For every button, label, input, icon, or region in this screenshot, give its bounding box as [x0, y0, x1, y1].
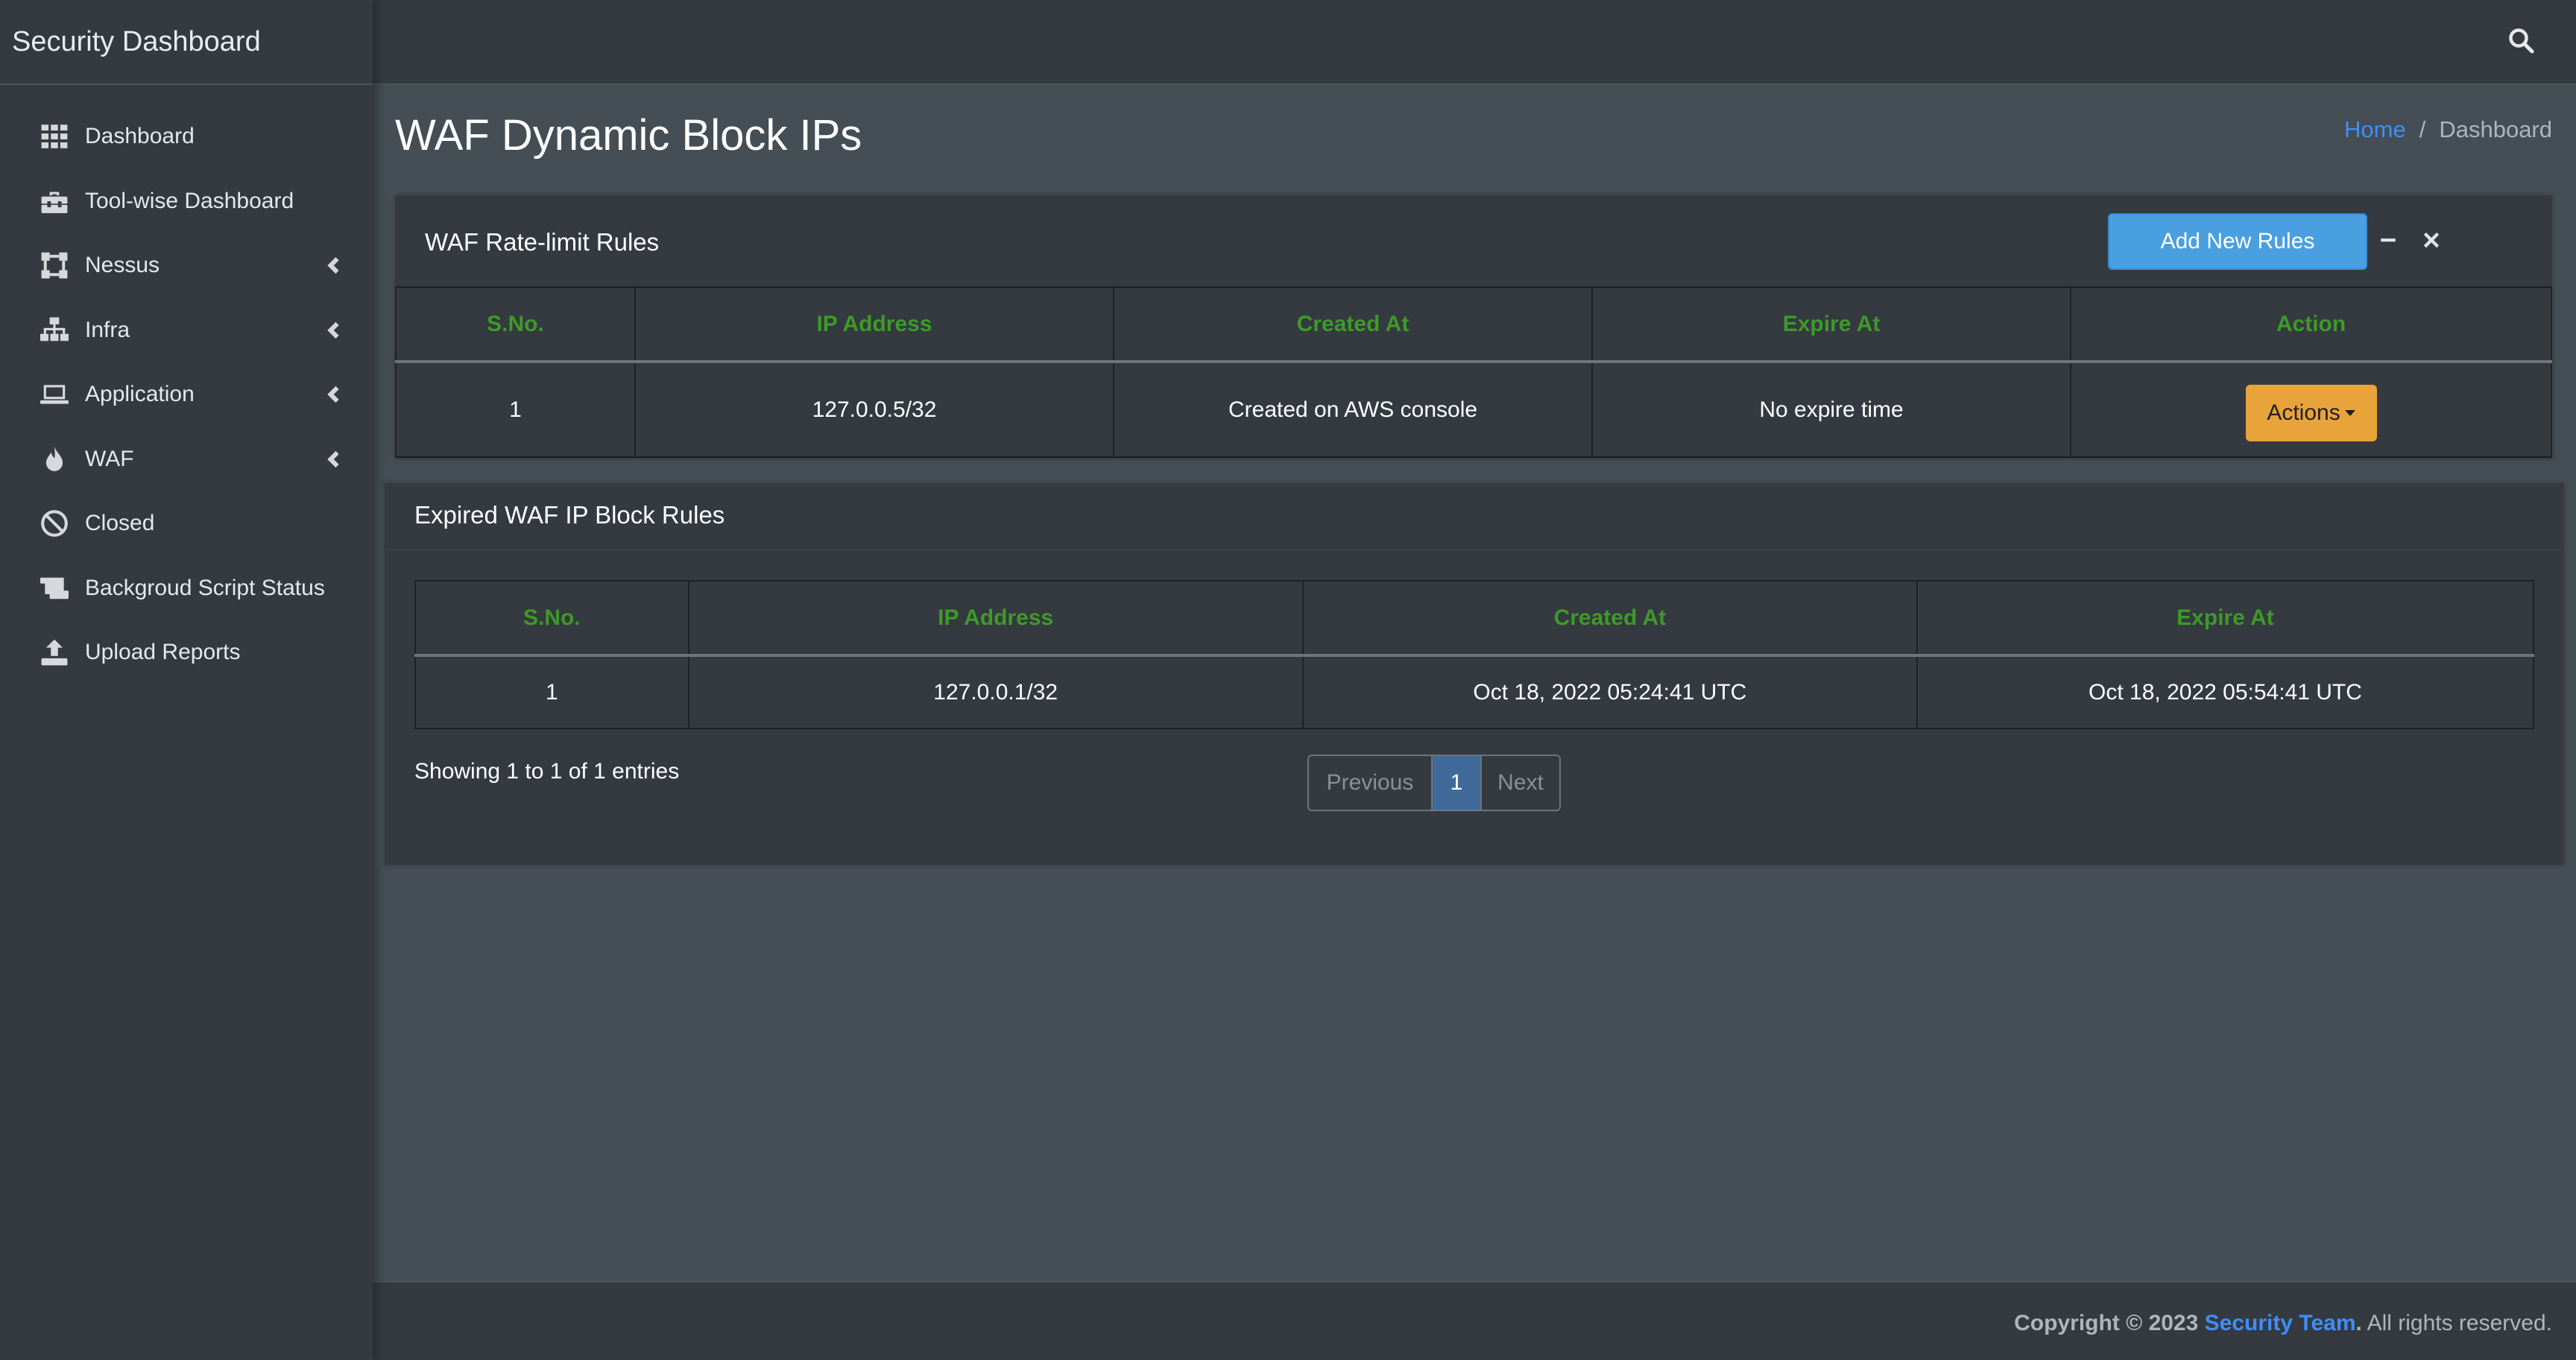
copyright-period: . [2355, 1311, 2362, 1335]
column-header-sno[interactable]: S.No. [395, 286, 636, 363]
table-row: 1 127.0.0.5/32 Created on AWS console No… [395, 361, 2552, 458]
expired-rules-table: S.No. IP Address Created At Expire At 1 … [414, 580, 2535, 729]
sidebar-item-label: Nessus [85, 253, 160, 278]
page-title: WAF Dynamic Block IPs [395, 111, 862, 160]
sidebar-item-background-script-status[interactable]: Backgroud Script Status [0, 556, 373, 621]
sidebar-item-nessus[interactable]: Nessus [0, 233, 373, 298]
footer: Copyright © 2023 Security Team. All righ… [373, 1281, 2576, 1360]
fire-icon [39, 444, 70, 475]
sidebar: Security Dashboard Dashboard Tool-wise D… [0, 0, 373, 1360]
card-body: S.No. IP Address Created At Expire At 1 … [414, 580, 2535, 729]
sidebar-item-label: WAF [85, 446, 134, 471]
ban-icon [39, 508, 70, 539]
vector-square-icon [39, 250, 70, 281]
sidebar-item-waf[interactable]: WAF [0, 427, 373, 492]
sidebar-item-dashboard[interactable]: Dashboard [0, 104, 373, 169]
add-new-rules-button[interactable]: Add New Rules [2108, 213, 2367, 270]
sidebar-item-label: Tool-wise Dashboard [85, 188, 294, 213]
cell-action: Actions [2070, 361, 2552, 458]
actions-dropdown-button[interactable]: Actions [2245, 384, 2377, 441]
cell-sno: 1 [395, 361, 636, 458]
card-header: Expired WAF IP Block Rules [385, 483, 2564, 550]
table-header-row: S.No. IP Address Created At Expire At Ac… [395, 286, 2552, 363]
sidebar-item-label: Backgroud Script Status [85, 575, 325, 600]
rate-limit-rules-card: WAF Rate-limit Rules Add New Rules S.No.… [395, 195, 2552, 459]
cell-expire-at: Oct 18, 2022 05:54:41 UTC [1916, 655, 2535, 729]
table-row: 1 127.0.0.1/32 Oct 18, 2022 05:24:41 UTC… [414, 655, 2535, 729]
sidebar-nav: Dashboard Tool-wise Dashboard Nessus Inf… [0, 85, 373, 685]
breadcrumb-separator: / [2419, 116, 2426, 142]
card-header: WAF Rate-limit Rules Add New Rules [395, 195, 2552, 286]
copyright-text: Copyright © 2023 Security Team. All righ… [2014, 1311, 2552, 1336]
pagination-page-1[interactable]: 1 [1433, 756, 1480, 810]
chevron-left-icon [325, 321, 343, 339]
copyright-label: Copyright © 2023 [2014, 1311, 2199, 1335]
rights-text: All rights reserved. [2367, 1311, 2552, 1335]
pagination: Previous 1 Next [1307, 755, 1561, 811]
sidebar-item-label: Dashboard [85, 124, 195, 149]
cell-created-at: Created on AWS console [1113, 361, 1594, 458]
cell-ip-address: 127.0.0.1/32 [687, 655, 1304, 729]
scroll-icon [39, 573, 70, 604]
sidebar-item-label: Application [85, 382, 195, 407]
sidebar-item-label: Infra [85, 317, 130, 342]
card-title: Expired WAF IP Block Rules [414, 501, 725, 529]
cell-sno: 1 [414, 655, 689, 729]
card-title: WAF Rate-limit Rules [425, 228, 660, 256]
team-link[interactable]: Security Team [2205, 1311, 2356, 1335]
sidebar-item-application[interactable]: Application [0, 362, 373, 427]
breadcrumb-current: Dashboard [2439, 116, 2552, 142]
chevron-left-icon [325, 385, 343, 403]
toolbox-icon [39, 186, 70, 217]
breadcrumb-home-link[interactable]: Home [2344, 116, 2406, 143]
expired-rules-card: Expired WAF IP Block Rules S.No. IP Addr… [385, 483, 2564, 865]
column-header-sno[interactable]: S.No. [414, 580, 689, 657]
sidebar-item-closed[interactable]: Closed [0, 491, 373, 556]
pagination-next-button[interactable]: Next [1480, 756, 1559, 810]
column-header-ip-address[interactable]: IP Address [634, 286, 1115, 363]
cell-ip-address: 127.0.0.5/32 [634, 361, 1115, 458]
minimize-icon[interactable] [2375, 227, 2402, 254]
sidebar-item-upload-reports[interactable]: Upload Reports [0, 620, 373, 685]
pagination-previous-button[interactable]: Previous [1309, 756, 1433, 810]
column-header-created-at[interactable]: Created At [1301, 580, 1918, 657]
cell-expire-at: No expire time [1591, 361, 2072, 458]
sidebar-item-infra[interactable]: Infra [0, 298, 373, 363]
grid-icon [39, 121, 70, 152]
entries-info: Showing 1 to 1 of 1 entries [414, 759, 680, 784]
table-header-row: S.No. IP Address Created At Expire At [414, 580, 2535, 657]
column-header-created-at[interactable]: Created At [1113, 286, 1594, 363]
cell-created-at: Oct 18, 2022 05:24:41 UTC [1301, 655, 1918, 729]
column-header-action: Action [2070, 286, 2552, 363]
network-icon [39, 315, 70, 346]
search-icon[interactable] [2507, 27, 2537, 57]
brand-title[interactable]: Security Dashboard [0, 0, 373, 85]
laptop-icon [39, 379, 70, 410]
close-icon[interactable] [2418, 227, 2445, 254]
chevron-left-icon [325, 450, 343, 468]
upload-icon [39, 637, 70, 668]
sidebar-item-tool-wise-dashboard[interactable]: Tool-wise Dashboard [0, 169, 373, 234]
breadcrumb: Home / Dashboard [2344, 116, 2552, 143]
sidebar-item-label: Upload Reports [85, 640, 241, 665]
chevron-left-icon [325, 256, 343, 274]
top-navbar [373, 0, 2576, 85]
column-header-ip-address[interactable]: IP Address [687, 580, 1304, 657]
actions-label: Actions [2267, 400, 2340, 425]
caret-down-icon [2344, 409, 2355, 416]
column-header-expire-at[interactable]: Expire At [1591, 286, 2072, 363]
column-header-expire-at[interactable]: Expire At [1916, 580, 2535, 657]
sidebar-item-label: Closed [85, 511, 155, 536]
rate-limit-table: S.No. IP Address Created At Expire At Ac… [395, 286, 2552, 458]
